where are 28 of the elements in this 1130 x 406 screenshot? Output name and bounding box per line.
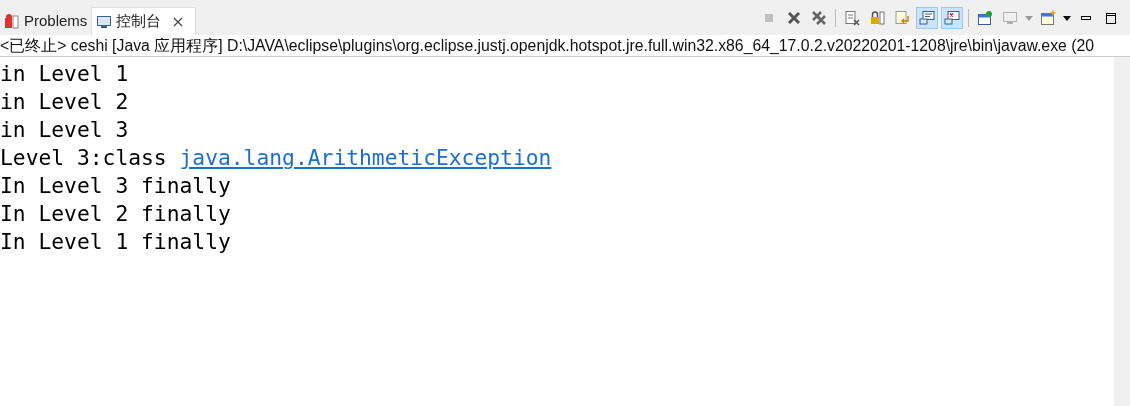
- tab[interactable]: Problems: [0, 7, 92, 35]
- new-window-icon: [1040, 9, 1056, 26]
- monitor-icon: [1002, 9, 1018, 26]
- console-output-button[interactable]: [916, 6, 938, 29]
- console-line: in Level 2: [0, 88, 130, 116]
- minimize-icon: [1081, 15, 1091, 20]
- console-output-icon: [919, 9, 935, 26]
- lock-icon: [869, 9, 885, 26]
- monitor-icon: [96, 13, 113, 30]
- close-icon: [786, 9, 802, 26]
- remove-all-icon: [811, 9, 827, 26]
- process-label: <已终止> ceshi [Java 应用程序] D:\JAVA\eclipse\plugins\org.eclipse.justj.openjdk.hotspot.jre.full.win32.x86_64_17.0.2.v20220201-1208\jre\bin\javaw.exe (20: [0, 35, 1130, 57]
- console-error-button[interactable]: [941, 6, 963, 29]
- word-wrap-icon: [894, 9, 910, 26]
- problems-icon: [4, 13, 20, 29]
- exception-link[interactable]: java.lang.ArithmeticException: [179, 145, 552, 170]
- console-error-icon: [944, 9, 960, 26]
- close-icon[interactable]: [173, 16, 184, 27]
- console-line: In Level 3 finally: [0, 172, 232, 200]
- pin-icon: [977, 9, 993, 26]
- document-clear-icon: [844, 9, 860, 26]
- console-line: In Level 1 finally: [0, 228, 232, 256]
- console-line: in Level 3: [0, 116, 130, 144]
- scrollbar[interactable]: [1114, 57, 1130, 406]
- console-line: Level 3:class java.lang.ArithmeticException: [0, 144, 553, 172]
- console-line: In Level 2 finally: [0, 200, 232, 228]
- console-line: in Level 1: [0, 60, 130, 88]
- tab[interactable]: 控制台: [91, 7, 197, 35]
